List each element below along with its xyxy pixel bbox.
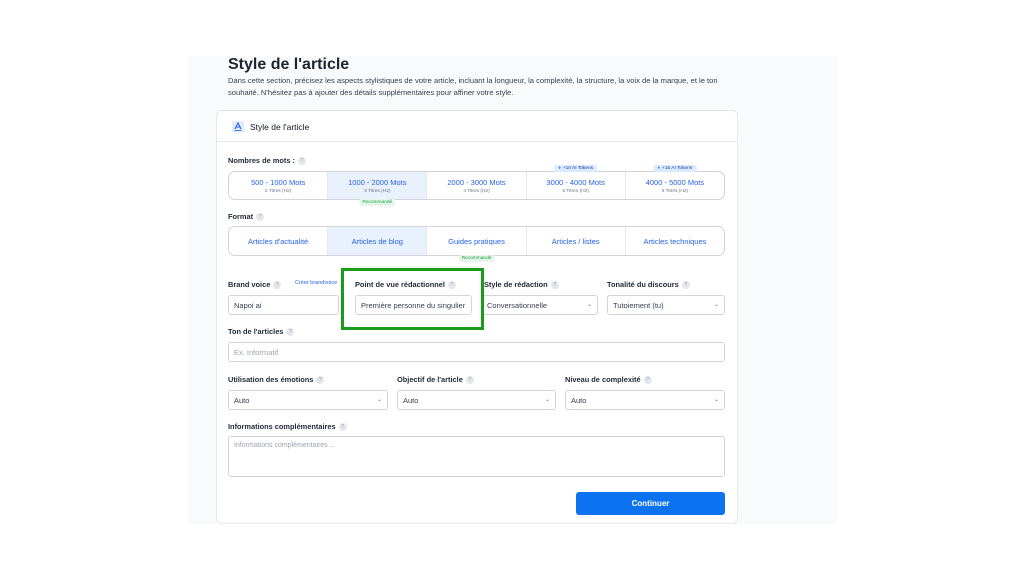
article-tone-input[interactable]: Ex. Informatif (228, 342, 725, 362)
format-option-blog[interactable]: Articles de blog (328, 227, 428, 255)
info-icon[interactable]: ? (273, 281, 282, 290)
card-header: Style de l'article (217, 111, 737, 142)
word-count-selector: 500 - 1000 Mots 2 Titres (H2) 1000 - 200… (228, 165, 725, 206)
chevron-down-icon: ⌄ (586, 302, 592, 308)
diamond-icon: ♦ (558, 166, 561, 171)
complexity-label: Niveau de complexité? (565, 375, 652, 385)
format-label: Format? (228, 212, 265, 222)
word-count-option-4000-5000[interactable]: ♦ +15 AI Tokens 4000 - 5000 Mots 6 Titres… (626, 165, 724, 199)
format-option-actualite[interactable]: Articles d'actualité (229, 227, 329, 255)
info-icon[interactable]: ? (550, 281, 559, 290)
diamond-icon: ♦ (657, 166, 661, 171)
word-count-option-3000-4000[interactable]: ♦ +10 AI Tokens 3000 - 4000 Mots 5 Titres… (527, 165, 626, 199)
ai-tokens-badge: ♦ +10 AI Tokens (554, 165, 598, 172)
writing-style-label: Style de rédaction? (484, 280, 559, 290)
objective-label: Objectif de l'article? (397, 375, 474, 385)
info-icon[interactable]: ? (338, 423, 347, 432)
ai-tokens-badge: ♦ +15 AI Tokens (653, 165, 697, 172)
emotions-select[interactable]: Auto ⌄ (228, 390, 388, 410)
card-title: Style de l'article (250, 122, 310, 132)
objective-select[interactable]: Auto ⌄ (397, 390, 556, 410)
word-count-label: Nombres de mots :? (228, 156, 306, 166)
info-icon[interactable]: ? (297, 157, 306, 166)
format-option-techniques[interactable]: Articles techniques (626, 227, 724, 255)
info-icon[interactable]: ? (681, 281, 690, 290)
additional-info-textarea[interactable]: Informations complémentaires ... (228, 436, 725, 477)
continue-button[interactable]: Continuer (576, 492, 725, 515)
complexity-select[interactable]: Auto ⌄ (565, 390, 725, 410)
format-selector: Articles d'actualité Articles de blog Gu… (228, 226, 725, 262)
info-icon[interactable]: ? (465, 376, 474, 385)
brand-voice-label: Brand voice? (228, 280, 282, 290)
info-icon[interactable]: ? (643, 376, 652, 385)
format-option-guides[interactable]: Guides pratiques Recommandé (427, 227, 527, 262)
format-option-listes[interactable]: Articles / listes (527, 227, 626, 255)
chevron-down-icon: ⌄ (713, 397, 719, 403)
text-style-icon (232, 121, 244, 132)
page-title: Style de l'article (228, 56, 350, 73)
create-brandvoice-link[interactable]: Créer brandvoice (295, 280, 337, 286)
tone-discourse-select[interactable]: Tutoiement (tu) ⌄ (607, 295, 725, 315)
word-count-option-1000-2000[interactable]: 1000 - 2000 Mots 3 Titres (H2) Recommand… (328, 172, 428, 206)
info-icon[interactable]: ? (316, 376, 325, 385)
word-count-option-2000-3000[interactable]: 2000 - 3000 Mots 4 Titres (H2) (427, 172, 527, 199)
brand-voice-select[interactable]: Napoi ai (228, 295, 339, 315)
additional-info-label: Informations complémentaires? (228, 422, 347, 432)
writing-style-select[interactable]: Conversationnelle ⌄ (481, 295, 598, 315)
tone-discourse-label: Tonalité du discours? (607, 280, 690, 290)
recommended-badge: Recommandé (458, 255, 495, 262)
chevron-down-icon: ⌄ (376, 397, 382, 403)
chevron-down-icon: ⌄ (713, 302, 719, 308)
article-tone-label: Ton de l'articles? (228, 327, 295, 337)
recommended-badge: Recommandé (359, 199, 396, 206)
chevron-down-icon: ⌄ (544, 397, 550, 403)
emotions-label: Utilisation des émotions? (228, 375, 325, 385)
info-icon[interactable]: ? (256, 213, 265, 222)
page-description: Dans cette section, précisez les aspects… (228, 76, 718, 97)
highlight-box (341, 268, 484, 330)
info-icon[interactable]: ? (286, 328, 295, 337)
word-count-option-500-1000[interactable]: 500 - 1000 Mots 2 Titres (H2) (229, 172, 329, 199)
